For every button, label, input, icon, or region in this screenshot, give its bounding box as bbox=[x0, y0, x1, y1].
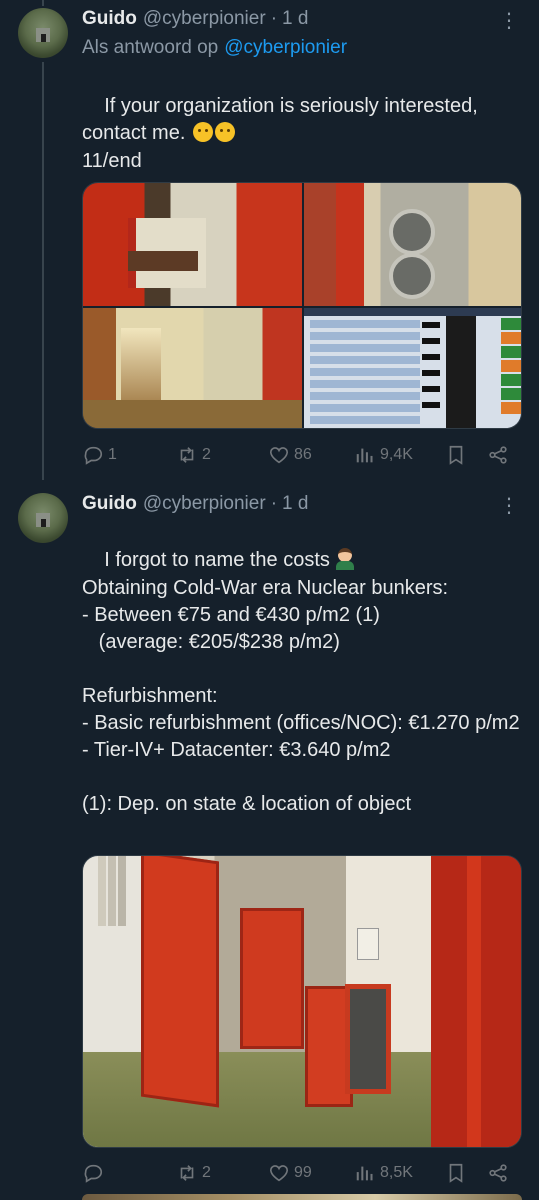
bookmark-icon bbox=[449, 445, 463, 465]
display-name-2[interactable]: Guido bbox=[82, 493, 137, 515]
reply-count: 1 bbox=[108, 446, 117, 463]
action-bar-2: 2 99 8,5K bbox=[82, 1162, 522, 1192]
retweet-icon bbox=[180, 447, 194, 463]
photo-corridor[interactable] bbox=[83, 308, 302, 428]
retweet-icon bbox=[180, 1165, 194, 1181]
like-button-2[interactable]: 99 bbox=[268, 1162, 312, 1184]
retweet-button[interactable]: 2 bbox=[176, 444, 211, 466]
reply-icon bbox=[84, 1164, 103, 1183]
reply-icon bbox=[84, 446, 103, 465]
reply-prefix: Als antwoord op bbox=[82, 37, 219, 58]
more-icon-2[interactable]: ⋮ bbox=[499, 493, 519, 518]
views-icon bbox=[356, 448, 373, 463]
share-icon bbox=[489, 1164, 507, 1182]
media-grid bbox=[82, 182, 522, 429]
photo-blast-doors[interactable] bbox=[82, 855, 522, 1148]
winking-face-emoji bbox=[192, 122, 213, 142]
views-button[interactable]: 9,4K bbox=[354, 444, 413, 466]
user-handle-2[interactable]: @cyberpionier bbox=[143, 493, 266, 515]
timestamp-2[interactable]: 1 d bbox=[282, 493, 308, 515]
avatar-2[interactable] bbox=[18, 493, 68, 543]
thread-line-top bbox=[42, 0, 44, 6]
like-button[interactable]: 86 bbox=[268, 444, 312, 466]
action-bar: 1 2 86 9,4K bbox=[82, 444, 522, 474]
tweet-header: Guido @cyberpionier · 1 d bbox=[82, 8, 308, 30]
retweet-count: 2 bbox=[202, 446, 211, 463]
reply-button[interactable]: 1 bbox=[82, 444, 117, 466]
reply-mention-link[interactable]: @cyberpionier bbox=[224, 37, 347, 58]
separator-2: · bbox=[270, 493, 278, 514]
reply-context: Als antwoord op @cyberpionier bbox=[82, 37, 347, 59]
retweet-button-2[interactable]: 2 bbox=[176, 1162, 211, 1184]
reply-button-2[interactable] bbox=[82, 1162, 108, 1184]
views-button-2[interactable]: 8,5K bbox=[354, 1162, 413, 1184]
photo-ventilation-machinery[interactable] bbox=[304, 183, 521, 306]
tweet-text-2-body: Obtaining Cold-War era Nuclear bunkers: … bbox=[82, 577, 520, 815]
thread-line bbox=[42, 62, 44, 480]
views-count: 9,4K bbox=[380, 446, 413, 463]
bookmark-icon bbox=[449, 1163, 463, 1183]
timestamp[interactable]: 1 d bbox=[282, 8, 308, 30]
share-button-2[interactable] bbox=[487, 1162, 509, 1184]
share-icon bbox=[489, 446, 507, 464]
share-button[interactable] bbox=[487, 444, 509, 466]
separator: · bbox=[270, 8, 278, 29]
tweet-text-body: If your organization is seriously intere… bbox=[82, 95, 484, 144]
like-icon bbox=[269, 1165, 289, 1182]
next-tweet-media-peek bbox=[82, 1194, 522, 1200]
photo-bunker-door[interactable] bbox=[83, 183, 302, 306]
user-handle[interactable]: @cyberpionier bbox=[143, 8, 266, 30]
tweet-text-end: 11/end bbox=[82, 150, 142, 172]
bookmark-button-2[interactable] bbox=[445, 1162, 467, 1184]
tweet-header-2: Guido @cyberpionier · 1 d bbox=[82, 493, 308, 515]
like-count-2: 99 bbox=[294, 1164, 312, 1181]
views-icon bbox=[356, 1166, 373, 1181]
display-name[interactable]: Guido bbox=[82, 8, 137, 30]
saluting-face-emoji bbox=[214, 122, 235, 142]
more-icon[interactable]: ⋮ bbox=[499, 8, 519, 33]
bookmark-button[interactable] bbox=[445, 444, 467, 466]
avatar[interactable] bbox=[18, 8, 68, 58]
man-facepalming-emoji bbox=[334, 548, 356, 570]
views-count-2: 8,5K bbox=[380, 1164, 413, 1181]
like-count: 86 bbox=[294, 446, 312, 463]
retweet-count-2: 2 bbox=[202, 1164, 211, 1181]
tweet-text-2-first-line: I forgot to name the costs bbox=[104, 549, 330, 571]
like-icon bbox=[269, 447, 289, 464]
photo-spreadsheet[interactable] bbox=[304, 308, 521, 428]
